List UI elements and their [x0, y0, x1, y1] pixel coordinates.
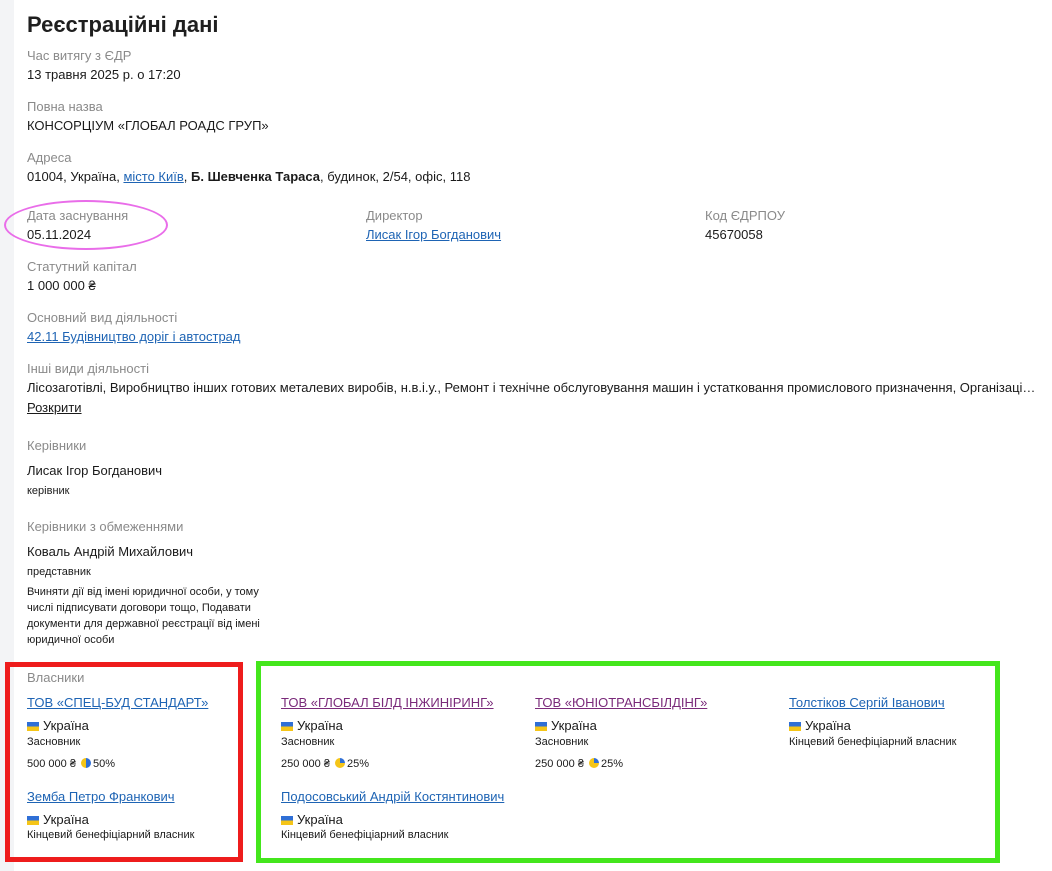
expand-activities-button[interactable]: Розкрити — [27, 400, 82, 415]
address-prefix: 01004, Україна, — [27, 169, 120, 184]
restricted-managers-label: Керівники з обмеженнями — [27, 519, 184, 534]
director-link[interactable]: Лисак Ігор Богданович — [366, 227, 501, 242]
address-suffix: , будинок, 2/54, офіс, 118 — [320, 169, 471, 184]
red-highlight-box — [5, 662, 243, 862]
extract-time-value: 13 травня 2025 р. о 17:20 — [27, 67, 181, 82]
full-name-label: Повна назва — [27, 99, 103, 114]
director-label: Директор — [366, 208, 423, 223]
address-value: 01004, Україна, місто Київ, Б. Шевченка … — [27, 169, 470, 184]
founding-date-highlight-ellipse — [4, 200, 168, 250]
main-activity-link[interactable]: 42.11 Будівництво доріг і автострад — [27, 329, 241, 344]
main-activity-label: Основний вид діяльності — [27, 310, 178, 325]
capital-label: Статутний капітал — [27, 259, 137, 274]
restricted-manager-name: Коваль Андрій Михайлович — [27, 544, 194, 559]
address-street: Б. Шевченка Тараса — [191, 169, 321, 184]
manager-role: керівник — [27, 485, 70, 497]
other-activities-label: Інші види діяльності — [27, 361, 149, 376]
green-highlight-box — [256, 661, 1000, 863]
address-label: Адреса — [27, 150, 72, 165]
edrpou-label: Код ЄДРПОУ — [705, 208, 785, 223]
extract-time-label: Час витягу з ЄДР — [27, 48, 132, 63]
edrpou-value: 45670058 — [705, 227, 763, 242]
restricted-manager-note: Вчиняти дії від імені юридичної особи, у… — [27, 586, 260, 646]
capital-value: 1 000 000 ₴ — [27, 278, 96, 293]
restricted-manager-role: представник — [27, 566, 91, 578]
other-activities-value: Лісозаготівлі, Виробництво інших готових… — [27, 380, 1039, 395]
manager-name: Лисак Ігор Богданович — [27, 463, 163, 478]
address-comma: , — [183, 169, 188, 184]
managers-label: Керівники — [27, 438, 87, 453]
full-name-value: КОНСОРЦІУМ «ГЛОБАЛ РОАДС ГРУП» — [27, 118, 269, 133]
address-city-link[interactable]: місто Київ — [123, 169, 183, 184]
page-title: Реєстраційні дані — [27, 12, 219, 37]
